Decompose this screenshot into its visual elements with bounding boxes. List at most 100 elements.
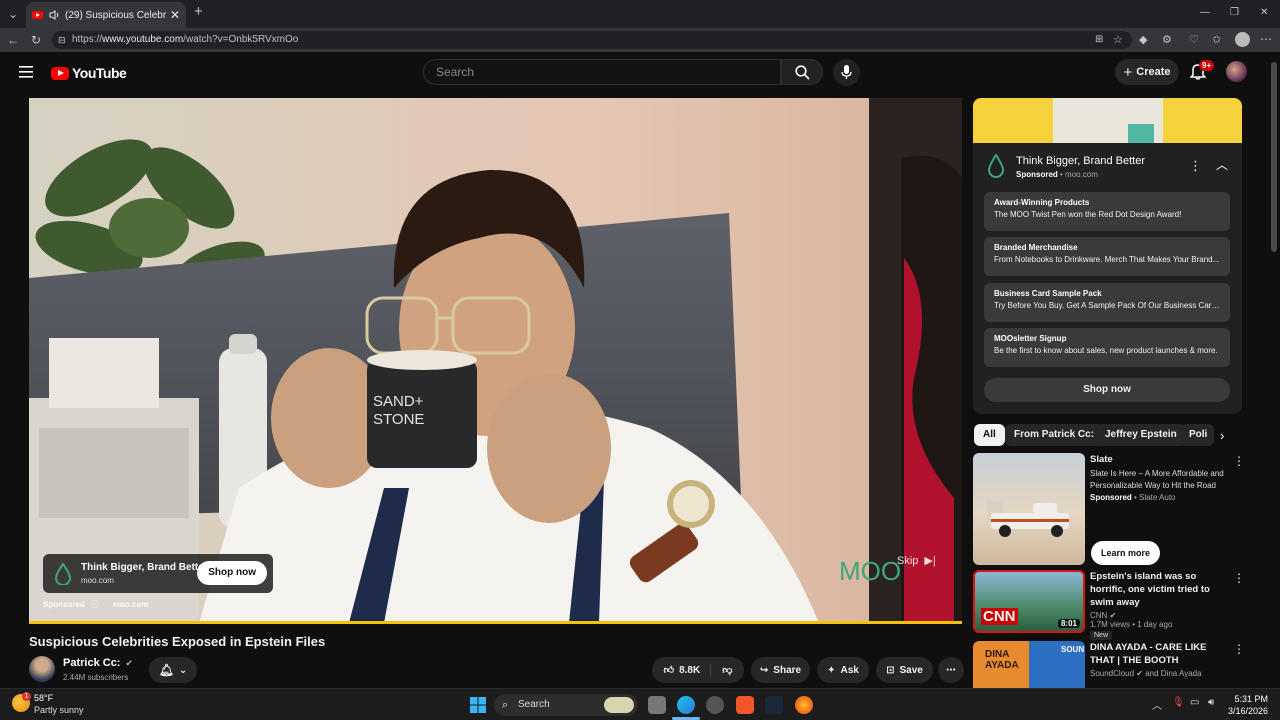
site-info-icon[interactable]: ⊟ [58, 31, 66, 49]
side-ad-menu-icon[interactable]: ⋮ [1189, 158, 1202, 174]
subscribed-notifications-button[interactable]: 🔔︎ ⌄ [149, 657, 197, 683]
more-menu-icon[interactable]: ⋯ [1260, 32, 1272, 46]
chip-all[interactable]: All [974, 424, 1005, 446]
settings-app-icon[interactable] [706, 696, 724, 714]
channel-avatar[interactable] [29, 656, 55, 682]
collapse-chevron-up-icon[interactable]: ︿ [1216, 156, 1228, 173]
slate-thumbnail[interactable] [973, 453, 1085, 565]
favorite-star-icon[interactable]: ☆ [1113, 33, 1123, 47]
ad-progress-bar[interactable] [29, 621, 962, 624]
chips-next-chevron-icon[interactable]: › [1220, 428, 1224, 443]
app-install-icon[interactable]: ⊞ [1095, 33, 1103, 47]
more-horizontal-icon: ⋯ [946, 664, 956, 676]
tray-chevron-up-icon[interactable]: ︿ [1152, 697, 1162, 712]
weather-temp[interactable]: 58°F [34, 693, 53, 703]
video-ad-shop-now-button[interactable]: Shop now [197, 561, 267, 585]
user-avatar[interactable] [1226, 61, 1247, 82]
dina-thumbnail[interactable]: DINA AYADA SOUN [973, 641, 1085, 688]
sponsored-domain-link[interactable]: moo.com [113, 600, 149, 609]
scrollbar-thumb[interactable] [1271, 62, 1277, 252]
channel-name: Patrick Cc: [63, 657, 121, 669]
slate-sponsor-row: Sponsored • Slate Auto [1090, 493, 1176, 502]
channel-name-row[interactable]: Patrick Cc: ✔ [63, 657, 133, 669]
dina-video-title: DINA AYADA - CARE LIKE THAT | THE BOOTH [1090, 642, 1207, 666]
ad-sitelink[interactable]: Branded Merchandise From Notebooks to Dr… [984, 237, 1230, 276]
search-input[interactable]: Search [423, 59, 781, 85]
url-bar[interactable]: ⊟ https://www.youtube.com/watch?v=Onbk5R… [52, 31, 1132, 49]
slate-desc-1: Slate Is Here – A More Affordable and [1090, 469, 1224, 478]
ad-sitelink[interactable]: MOOsletter Signup Be the first to know a… [984, 328, 1230, 367]
youtube-logo[interactable]: YouTube [51, 65, 127, 81]
learn-more-button[interactable]: Learn more [1091, 541, 1161, 565]
recommendation-video[interactable]: DINA AYADA SOUN DINA AYADA - CARE LIKE TH… [973, 641, 1243, 688]
cnn-channel: CNN [1090, 611, 1108, 620]
reload-icon[interactable]: ↻ [31, 33, 41, 47]
speaker-icon[interactable] [49, 10, 60, 20]
video-ad-overlay[interactable]: Think Bigger, Brand Better moo.com Shop … [43, 554, 273, 593]
slate-menu-icon[interactable]: ⋮ [1233, 455, 1245, 467]
dislike-button[interactable]: 👎︎ [716, 664, 732, 676]
save-button[interactable]: ⊡ Save [876, 657, 933, 683]
edge-browser-icon[interactable] [677, 696, 695, 714]
info-icon[interactable]: ⓘ [91, 599, 99, 610]
weather-condition[interactable]: Partly sunny [34, 705, 84, 715]
browser-toolbar: ← ↻ ⊟ https://www.youtube.com/watch?v=On… [0, 28, 1280, 52]
brave-browser-icon[interactable] [736, 696, 754, 714]
ask-button[interactable]: ✦ Ask [817, 657, 869, 683]
chip-jeffrey-epstein[interactable]: Jeffrey Epstein [1096, 424, 1186, 446]
minimize-icon[interactable]: — [1200, 6, 1210, 20]
recommendation-ad-slate[interactable]: Slate Slate Is Here – A More Affordable … [973, 453, 1245, 565]
taskbar-search[interactable]: ⌕ Search [494, 694, 638, 716]
extensions-puzzle-icon[interactable]: ⚙ [1162, 33, 1172, 47]
cnn-menu-icon[interactable]: ⋮ [1233, 572, 1245, 584]
video-ad-domain: moo.com [81, 576, 114, 585]
close-tab-icon[interactable]: ✕ [170, 8, 180, 22]
ad-sitelink[interactable]: Business Card Sample Pack Try Before You… [984, 283, 1230, 322]
close-window-icon[interactable]: ✕ [1260, 6, 1268, 20]
firefox-icon[interactable] [795, 696, 813, 714]
side-ad-title[interactable]: Think Bigger, Brand Better [1016, 155, 1145, 167]
chip-from-channel[interactable]: From Patrick Cc: [1005, 424, 1104, 446]
tab-list-chevron-icon[interactable]: ⌄ [8, 7, 18, 21]
ad-sitelink[interactable]: Award-Winning Products The MOO Twist Pen… [984, 192, 1230, 231]
share-button[interactable]: ↪ Share [751, 657, 810, 683]
back-arrow-icon[interactable]: ← [7, 33, 19, 47]
extension-diamond-icon[interactable]: ◆ [1139, 33, 1147, 47]
volume-icon[interactable]: 🔊︎ [1208, 697, 1214, 708]
cnn-thumbnail[interactable]: CNN 8:01 [973, 570, 1085, 633]
chip-politics[interactable]: Poli [1180, 424, 1214, 446]
mug-text-line-2: STONE [373, 411, 424, 428]
skip-ad-button[interactable]: Skip ▶| [897, 554, 936, 568]
ad-sitelink-heading: Branded Merchandise [994, 243, 1078, 252]
windows-start-icon[interactable] [470, 697, 486, 713]
search-button[interactable] [781, 59, 823, 85]
dina-menu-icon[interactable]: ⋮ [1233, 643, 1243, 655]
steam-icon[interactable] [765, 696, 783, 714]
network-icon[interactable]: ▭ [1190, 697, 1199, 708]
profile-avatar-icon[interactable] [1235, 32, 1250, 47]
create-button[interactable]: + Create [1115, 59, 1179, 85]
browser-tab[interactable]: (29) Suspicious Celebrities Ex ✕ [26, 2, 186, 28]
new-tab-button[interactable]: + [194, 4, 203, 19]
ad-banner-image[interactable] [973, 98, 1242, 143]
url-host: www.youtube.com [102, 34, 184, 45]
more-actions-button[interactable]: ⋯ [938, 657, 964, 683]
restore-icon[interactable]: ❐ [1230, 6, 1239, 20]
notifications-button[interactable]: 9+ [1189, 60, 1215, 85]
clock-date[interactable]: 3/16/2026 [1224, 706, 1268, 716]
like-button[interactable]: 👍︎ 8.8K [664, 664, 712, 676]
hamburger-menu-icon[interactable] [19, 66, 33, 78]
task-view-icon[interactable] [648, 696, 666, 714]
browser-essentials-icon[interactable]: ♡ [1189, 33, 1199, 47]
microphone-tray-icon[interactable]: 🎙︎ [1172, 697, 1185, 708]
video-player[interactable]: SAND+ STONE MOO Skip ▶| [29, 98, 962, 623]
share-label: Share [773, 664, 802, 676]
favorites-icon[interactable]: ✩ [1212, 33, 1221, 47]
side-ad-shop-now-button[interactable]: Shop now [984, 378, 1230, 402]
voice-search-button[interactable] [833, 59, 860, 86]
plus-icon: + [1123, 63, 1133, 81]
recommendation-video[interactable]: CNN 8:01 Epstein's island was so horrifi… [973, 570, 1245, 640]
slate-title: Slate [1090, 454, 1113, 465]
clock-time[interactable]: 5:31 PM [1228, 694, 1268, 704]
page-scrollbar[interactable] [1268, 52, 1280, 688]
